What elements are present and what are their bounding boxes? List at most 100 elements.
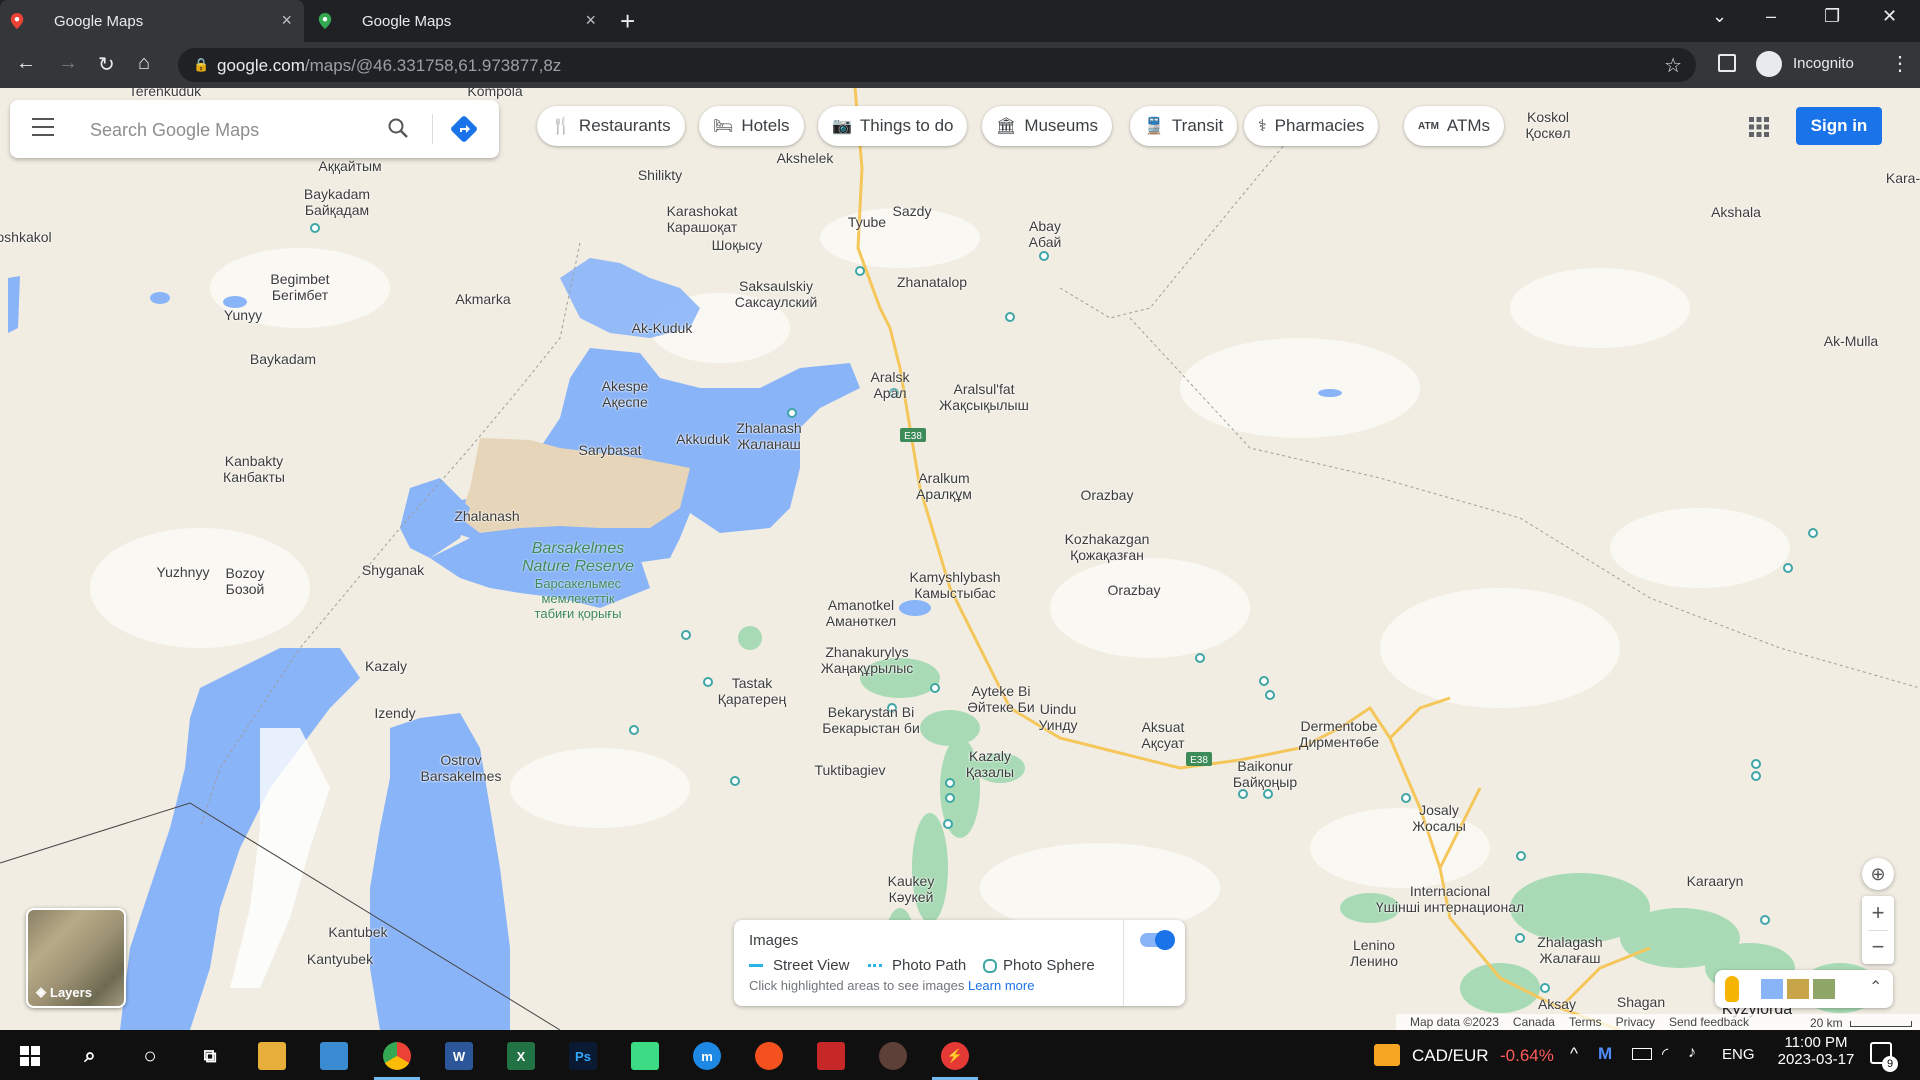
- place-label[interactable]: Karaaryn: [1687, 873, 1744, 889]
- app-icon-orange[interactable]: [755, 1042, 783, 1070]
- address-bar[interactable]: 🔒 google.com/maps/@46.331758,61.973877,8…: [178, 48, 1696, 82]
- control-panel-icon[interactable]: [320, 1042, 348, 1070]
- place-label[interactable]: Sarybasat: [578, 442, 641, 458]
- search-input[interactable]: [88, 117, 362, 143]
- directions-icon[interactable]: [450, 115, 478, 143]
- place-label[interactable]: Aralsul'fat Жақсықылыш: [939, 381, 1029, 413]
- place-label[interactable]: Ak-Mulla: [1824, 333, 1878, 349]
- app-icon-disc[interactable]: [879, 1042, 907, 1070]
- new-tab-button[interactable]: +: [620, 6, 635, 37]
- place-label[interactable]: Josaly Жосалы: [1412, 802, 1466, 834]
- network-icon[interactable]: ◜: [1662, 1044, 1668, 1064]
- place-label[interactable]: Abay Абай: [1029, 218, 1062, 250]
- place-label[interactable]: Shagan: [1617, 994, 1665, 1010]
- restore-icon[interactable]: ❐: [1824, 6, 1840, 27]
- learn-more-link[interactable]: Learn more: [968, 978, 1034, 993]
- place-label[interactable]: Shilikty: [638, 167, 682, 183]
- place-label[interactable]: Zhanatalop: [897, 274, 967, 290]
- chrome-icon[interactable]: [383, 1042, 411, 1070]
- place-label[interactable]: Izendy: [374, 705, 415, 721]
- place-label[interactable]: Begimbet Бегімбет: [270, 271, 329, 303]
- place-label[interactable]: Akkuduk: [676, 431, 730, 447]
- lock-icon[interactable]: 🔒: [193, 57, 209, 73]
- bookmark-star-icon[interactable]: ☆: [1664, 53, 1682, 78]
- place-label[interactable]: Шоқысу: [712, 237, 763, 253]
- search-icon[interactable]: [386, 116, 410, 140]
- place-label[interactable]: Zhalanash: [454, 508, 519, 524]
- place-label[interactable]: Baykadam: [250, 351, 316, 367]
- map-canvas[interactable]: E38 E38 Terenkuduk Kompola Аққайтым Bayk…: [0, 88, 1920, 1030]
- country-link[interactable]: Canada: [1513, 1015, 1555, 1029]
- place-label[interactable]: Orazbay: [1081, 487, 1134, 503]
- nature-reserve-label[interactable]: Barsakelmes Nature Reserve Барсакельмес …: [513, 540, 643, 621]
- images-layer-toggle[interactable]: [1140, 930, 1175, 950]
- hamburger-menu-icon[interactable]: [32, 118, 54, 142]
- search-icon[interactable]: ⌕: [76, 1042, 104, 1070]
- place-label[interactable]: Saksaulskiy Саксаулский: [735, 278, 818, 310]
- scale-bar[interactable]: 20 km: [1810, 1016, 1913, 1030]
- place-label[interactable]: Zhanakurylys Жаңақұрылыс: [821, 644, 914, 676]
- place-label[interactable]: Tastak Қаратерең: [718, 675, 787, 707]
- chip-atms[interactable]: ATM ATMs: [1404, 106, 1505, 146]
- place-label[interactable]: Kaukey Кәукей: [888, 873, 935, 905]
- forward-icon[interactable]: →: [58, 52, 78, 75]
- place-label[interactable]: Zhalagash Жалағаш: [1537, 934, 1602, 966]
- task-view-icon[interactable]: ⧉: [196, 1042, 224, 1070]
- place-label[interactable]: Orazbay: [1108, 582, 1161, 598]
- profile-label[interactable]: Incognito: [1793, 55, 1854, 72]
- my-location-button[interactable]: ⊕: [1862, 858, 1894, 890]
- thumbnail-1[interactable]: [1761, 979, 1783, 999]
- google-apps-icon[interactable]: [1748, 116, 1770, 138]
- pegman-icon[interactable]: [1725, 976, 1739, 1002]
- place-label[interactable]: Ak-Kuduk: [632, 320, 693, 336]
- android-icon[interactable]: [631, 1042, 659, 1070]
- place-label[interactable]: Akmarka: [455, 291, 510, 307]
- home-icon[interactable]: ⌂: [138, 52, 150, 75]
- clock[interactable]: 11:00 PM 2023-03-17: [1776, 1034, 1856, 1068]
- app-icon-lightning[interactable]: ⚡: [941, 1042, 969, 1070]
- place-label[interactable]: Karashokat Карашоқат: [667, 203, 738, 235]
- place-label[interactable]: Dermentobe Дирментөбе: [1299, 718, 1379, 750]
- place-label[interactable]: Yuzhnyy: [157, 564, 210, 580]
- place-label[interactable]: Aralsk Арал: [871, 369, 910, 401]
- place-label[interactable]: Kompola: [467, 88, 522, 99]
- browser-tab-1[interactable]: Google Maps ×: [0, 0, 304, 42]
- show-hidden-icons-icon[interactable]: ^: [1570, 1044, 1578, 1064]
- zoom-in-button[interactable]: +: [1862, 896, 1894, 930]
- place-label[interactable]: Kazaly: [365, 658, 407, 674]
- ticker-change[interactable]: -0.64%: [1500, 1046, 1554, 1066]
- privacy-link[interactable]: Privacy: [1616, 1015, 1655, 1029]
- tray-m-icon[interactable]: M: [1598, 1044, 1612, 1064]
- minimize-icon[interactable]: –: [1766, 6, 1776, 27]
- place-label[interactable]: Ostrov Barsakelmes: [421, 752, 502, 784]
- place-label[interactable]: Akshala: [1711, 204, 1761, 220]
- tab-close-icon[interactable]: ×: [281, 10, 292, 31]
- chrome-menu-icon[interactable]: ⋮: [1890, 51, 1910, 76]
- place-label[interactable]: Akespe Ақеспе: [602, 378, 649, 410]
- terms-link[interactable]: Terms: [1569, 1015, 1602, 1029]
- reload-icon[interactable]: ↻: [98, 52, 115, 77]
- back-icon[interactable]: ←: [16, 52, 36, 75]
- place-label[interactable]: Kozhakazgan Қожақазған: [1065, 531, 1150, 563]
- place-label[interactable]: Bozoy Бозой: [226, 565, 265, 597]
- side-panel-icon[interactable]: [1718, 54, 1736, 72]
- place-label[interactable]: Tuktibagiev: [814, 762, 885, 778]
- zoom-out-button[interactable]: −: [1862, 930, 1894, 964]
- chip-transit[interactable]: 🚆 Transit: [1130, 106, 1238, 146]
- place-label[interactable]: Ayteke Bi Әйтеке Би: [967, 683, 1034, 715]
- sign-in-button[interactable]: Sign in: [1796, 107, 1882, 145]
- file-explorer-icon[interactable]: [258, 1042, 286, 1070]
- language-indicator[interactable]: ENG: [1722, 1046, 1755, 1063]
- chip-things-to-do[interactable]: 📷 Things to do: [818, 106, 968, 146]
- chip-restaurants[interactable]: 🍴 Restaurants: [537, 106, 685, 146]
- place-label[interactable]: Kantubek: [328, 924, 387, 940]
- chip-hotels[interactable]: 🛏 Hotels: [699, 106, 804, 146]
- battery-icon[interactable]: [1632, 1048, 1652, 1060]
- place-label[interactable]: Aksuat Ақсуат: [1141, 719, 1184, 751]
- cortana-icon[interactable]: ○: [136, 1042, 164, 1070]
- place-label[interactable]: Terenkuduk: [129, 88, 201, 99]
- place-label[interactable]: Uindu Уинду: [1039, 701, 1078, 733]
- place-label[interactable]: Baikonur Байқоңыр: [1233, 758, 1297, 790]
- browser-tab-2[interactable]: Google Maps ×: [308, 0, 608, 42]
- place-label[interactable]: Yunyy: [224, 307, 262, 323]
